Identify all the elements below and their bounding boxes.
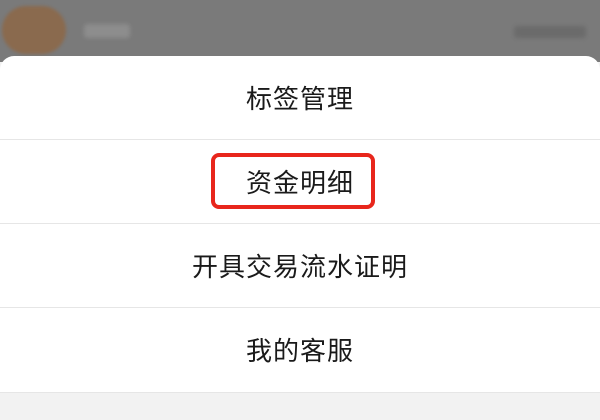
blurred-username xyxy=(84,24,130,38)
screen: 标签管理 资金明细 开具交易流水证明 我的客服 xyxy=(0,0,600,420)
dimmed-background-header xyxy=(0,0,600,62)
menu-item-label: 开具交易流水证明 xyxy=(191,253,408,283)
menu-item-tag-management[interactable]: 标签管理 xyxy=(0,56,600,139)
avatar xyxy=(2,6,66,54)
menu-item-transaction-statement[interactable]: 开具交易流水证明 xyxy=(0,224,600,307)
menu-item-label: 我的客服 xyxy=(245,337,354,367)
menu-item-label: 标签管理 xyxy=(245,85,354,115)
menu-item-label: 资金明细 xyxy=(245,169,354,199)
action-sheet: 标签管理 资金明细 开具交易流水证明 我的客服 xyxy=(0,56,600,420)
blurred-header-right-text xyxy=(514,26,586,38)
menu-item-customer-service[interactable]: 我的客服 xyxy=(0,308,600,391)
menu-item-fund-details[interactable]: 资金明细 xyxy=(0,140,600,223)
sheet-bottom-gap xyxy=(0,392,600,420)
